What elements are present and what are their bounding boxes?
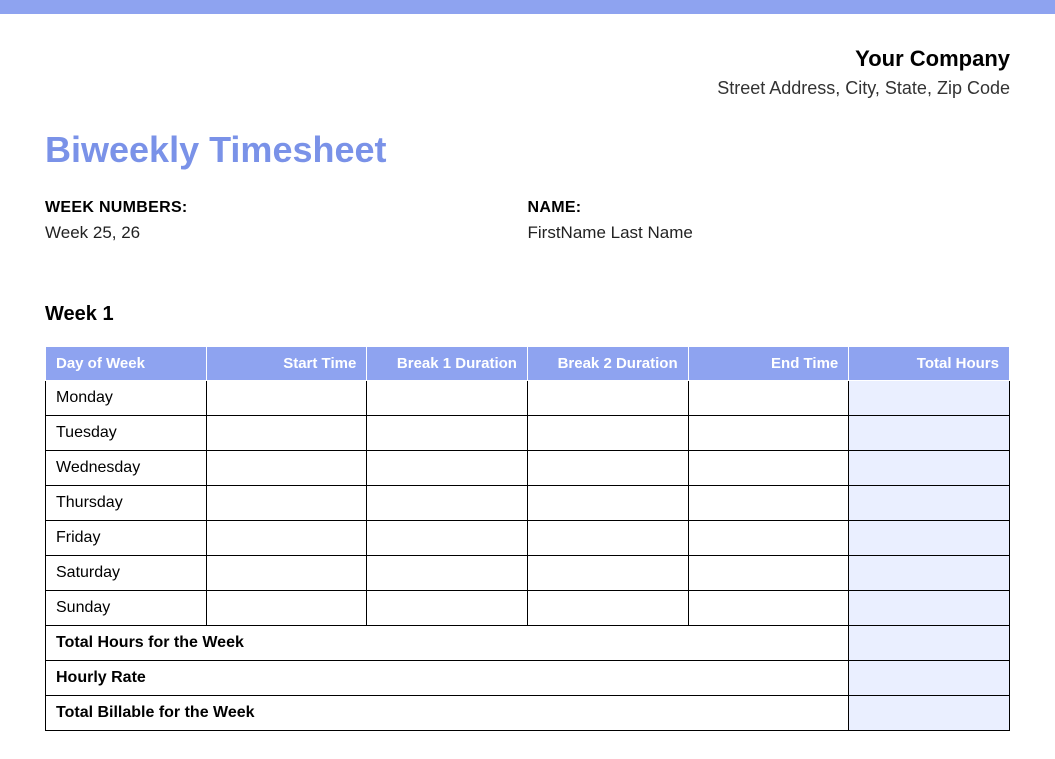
cell-thu-break2[interactable] [527, 486, 688, 521]
table-row: Wednesday [46, 451, 1010, 486]
company-block: Your Company Street Address, City, State… [45, 46, 1010, 99]
week1-heading: Week 1 [45, 303, 1010, 326]
cell-tue-break2[interactable] [527, 416, 688, 451]
week-numbers-col: WEEK NUMBERS: Week 25, 26 [45, 199, 528, 243]
cell-mon-break2[interactable] [527, 381, 688, 416]
day-sunday: Sunday [46, 591, 207, 626]
page-title: Biweekly Timesheet [45, 129, 1010, 171]
cell-wed-start[interactable] [206, 451, 367, 486]
top-accent-bar [0, 0, 1055, 14]
cell-tue-start[interactable] [206, 416, 367, 451]
table-row: Friday [46, 521, 1010, 556]
table-row: Sunday [46, 591, 1010, 626]
info-row: WEEK NUMBERS: Week 25, 26 NAME: FirstNam… [45, 199, 1010, 243]
name-value: FirstName Last Name [528, 223, 1011, 243]
cell-sat-break1[interactable] [367, 556, 528, 591]
cell-tue-break1[interactable] [367, 416, 528, 451]
cell-sat-start[interactable] [206, 556, 367, 591]
table-row: Saturday [46, 556, 1010, 591]
header-total: Total Hours [849, 347, 1010, 381]
cell-sun-break1[interactable] [367, 591, 528, 626]
table-header-row: Day of Week Start Time Break 1 Duration … [46, 347, 1010, 381]
summary-row-hourly-rate: Hourly Rate [46, 661, 1010, 696]
cell-sun-total [849, 591, 1010, 626]
cell-tue-total [849, 416, 1010, 451]
value-total-billable [849, 696, 1010, 731]
name-col: NAME: FirstName Last Name [528, 199, 1011, 243]
header-break2: Break 2 Duration [527, 347, 688, 381]
cell-mon-total [849, 381, 1010, 416]
cell-wed-total [849, 451, 1010, 486]
cell-fri-start[interactable] [206, 521, 367, 556]
day-saturday: Saturday [46, 556, 207, 591]
value-total-hours-week [849, 626, 1010, 661]
cell-sun-start[interactable] [206, 591, 367, 626]
cell-mon-end[interactable] [688, 381, 849, 416]
cell-sat-break2[interactable] [527, 556, 688, 591]
company-address: Street Address, City, State, Zip Code [45, 78, 1010, 99]
cell-sat-end[interactable] [688, 556, 849, 591]
header-start: Start Time [206, 347, 367, 381]
table-row: Thursday [46, 486, 1010, 521]
label-total-billable: Total Billable for the Week [46, 696, 849, 731]
cell-fri-break2[interactable] [527, 521, 688, 556]
cell-wed-break1[interactable] [367, 451, 528, 486]
cell-thu-total [849, 486, 1010, 521]
cell-thu-start[interactable] [206, 486, 367, 521]
cell-tue-end[interactable] [688, 416, 849, 451]
cell-sun-break2[interactable] [527, 591, 688, 626]
table-row: Tuesday [46, 416, 1010, 451]
day-friday: Friday [46, 521, 207, 556]
cell-thu-break1[interactable] [367, 486, 528, 521]
cell-wed-break2[interactable] [527, 451, 688, 486]
value-hourly-rate[interactable] [849, 661, 1010, 696]
table-row: Monday [46, 381, 1010, 416]
day-monday: Monday [46, 381, 207, 416]
header-break1: Break 1 Duration [367, 347, 528, 381]
name-label: NAME: [528, 199, 1011, 217]
day-thursday: Thursday [46, 486, 207, 521]
header-day: Day of Week [46, 347, 207, 381]
week-numbers-value: Week 25, 26 [45, 223, 528, 243]
summary-row-total-billable: Total Billable for the Week [46, 696, 1010, 731]
cell-sat-total [849, 556, 1010, 591]
day-tuesday: Tuesday [46, 416, 207, 451]
label-hourly-rate: Hourly Rate [46, 661, 849, 696]
summary-row-total-hours: Total Hours for the Week [46, 626, 1010, 661]
header-end: End Time [688, 347, 849, 381]
cell-fri-end[interactable] [688, 521, 849, 556]
week1-table: Day of Week Start Time Break 1 Duration … [45, 346, 1010, 731]
cell-wed-end[interactable] [688, 451, 849, 486]
cell-fri-break1[interactable] [367, 521, 528, 556]
cell-thu-end[interactable] [688, 486, 849, 521]
label-total-hours-week: Total Hours for the Week [46, 626, 849, 661]
company-name: Your Company [45, 46, 1010, 72]
week-numbers-label: WEEK NUMBERS: [45, 199, 528, 217]
day-wednesday: Wednesday [46, 451, 207, 486]
cell-mon-break1[interactable] [367, 381, 528, 416]
cell-mon-start[interactable] [206, 381, 367, 416]
cell-sun-end[interactable] [688, 591, 849, 626]
cell-fri-total [849, 521, 1010, 556]
